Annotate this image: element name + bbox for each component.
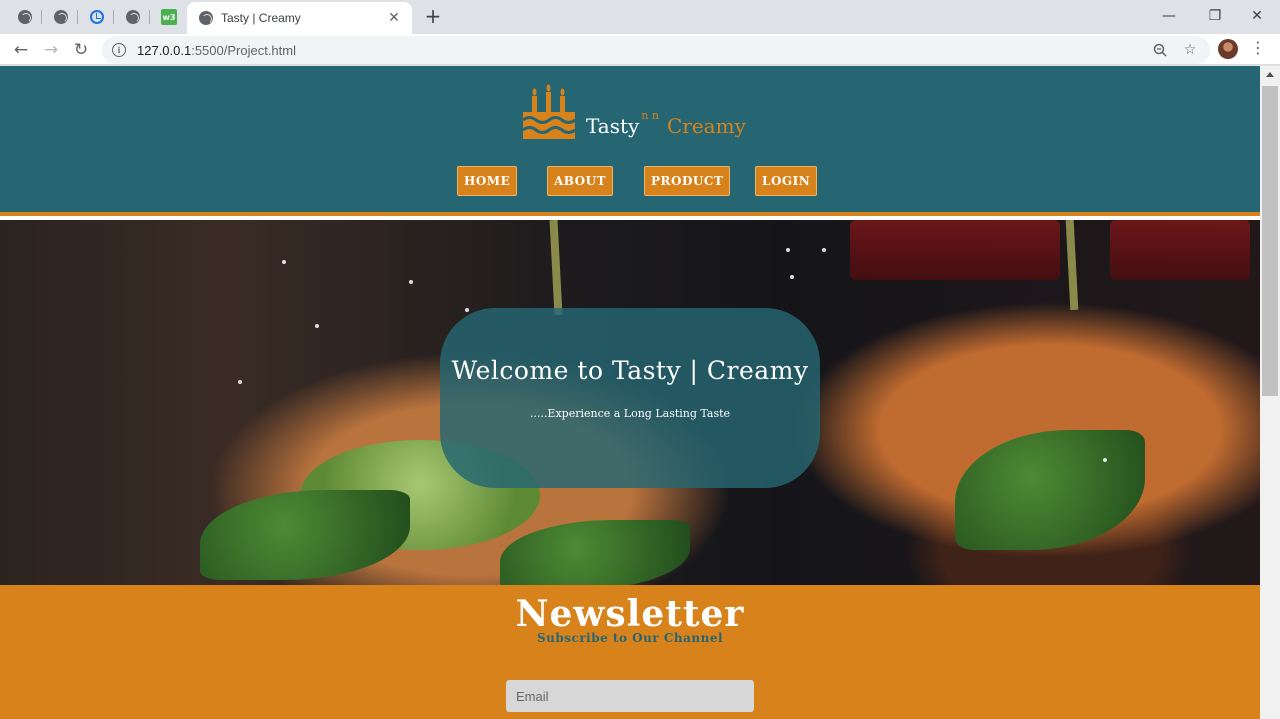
sparkle [238, 380, 242, 384]
background-bottle [850, 220, 1060, 280]
nav-login[interactable]: LOGIN [755, 166, 818, 196]
lettuce-leaf [200, 490, 410, 580]
skewer-stick [1065, 220, 1079, 311]
brand-name: Tasty n n Creamy [586, 109, 746, 138]
email-field[interactable] [506, 680, 754, 712]
restore-button[interactable]: ❐ [1192, 3, 1238, 29]
sparkle [790, 275, 794, 279]
url-path: :5500/Project.html [191, 42, 296, 58]
nav-home[interactable]: HOME [457, 166, 518, 196]
pinned-tab-3[interactable] [116, 6, 150, 28]
nav-product[interactable]: PRODUCT [644, 166, 731, 196]
close-icon[interactable]: ✕ [386, 10, 402, 26]
nav-home-link[interactable]: HOME [457, 166, 518, 196]
newsletter-title: Newsletter [515, 593, 745, 635]
active-tab[interactable]: Tasty | Creamy ✕ [187, 2, 412, 34]
tab-title: Tasty | Creamy [221, 11, 301, 25]
skewer-stick [549, 220, 563, 316]
lettuce-leaf [500, 520, 690, 585]
scrollbar-thumb[interactable] [1262, 86, 1278, 396]
new-tab-button[interactable]: + [421, 5, 445, 29]
info-icon[interactable]: i [112, 43, 126, 57]
scroll-up-arrow-icon[interactable] [1260, 66, 1280, 83]
sparkle [315, 324, 319, 328]
globe-icon [126, 10, 140, 24]
site-header: Tasty n n Creamy HOME ABOUT PRODUCT LOGIN [0, 66, 1260, 216]
newsletter-section: Newsletter Subscribe to Our Channel [0, 585, 1260, 719]
nav-login-link[interactable]: LOGIN [755, 166, 818, 196]
site-logo[interactable]: Tasty n n Creamy [520, 84, 746, 142]
globe-icon [54, 10, 68, 24]
brand-word-tasty: Tasty [586, 114, 640, 138]
back-arrow-icon[interactable]: ← [8, 37, 34, 63]
zoom-icon[interactable] [1148, 36, 1172, 64]
pinned-tab-2[interactable] [44, 6, 78, 28]
forward-arrow-icon[interactable]: → [38, 37, 64, 63]
window-close-button[interactable]: ✕ [1234, 3, 1280, 29]
bookmark-star-icon[interactable]: ☆ [1178, 36, 1202, 64]
brand-n-n: n n [641, 109, 659, 122]
reload-icon[interactable]: ↻ [68, 37, 94, 63]
pinned-tab-1[interactable] [8, 6, 42, 28]
welcome-box: Welcome to Tasty | Creamy .....Experienc… [440, 308, 820, 488]
welcome-title: Welcome to Tasty | Creamy [451, 356, 809, 385]
w3schools-icon: w3 [161, 9, 177, 25]
history-icon [90, 10, 104, 24]
menu-dots-icon[interactable]: ⋮ [1250, 39, 1266, 59]
sparkle [822, 248, 826, 252]
minimize-button[interactable]: — [1146, 3, 1192, 29]
hero-banner: Welcome to Tasty | Creamy .....Experienc… [0, 220, 1260, 585]
sparkle [786, 248, 790, 252]
profile-avatar[interactable] [1218, 39, 1238, 59]
nav-about[interactable]: ABOUT [547, 166, 614, 196]
tab-strip: w3 Tasty | Creamy ✕ + — ❐ ✕ [0, 0, 1280, 34]
page-viewport: Tasty n n Creamy HOME ABOUT PRODUCT LOGIN … [0, 66, 1260, 719]
lettuce-leaf [955, 430, 1145, 550]
globe-icon [199, 11, 213, 25]
url-text: 127.0.0.1:5500/Project.html [137, 43, 296, 58]
sparkle [409, 280, 413, 284]
nav-about-link[interactable]: ABOUT [547, 166, 614, 196]
newsletter-subtitle: Subscribe to Our Channel [536, 631, 724, 645]
pinned-tab-w3schools[interactable]: w3 [152, 6, 186, 28]
browser-toolbar: ← → ↻ i 127.0.0.1:5500/Project.html ☆ ⋮ [0, 34, 1280, 65]
nav-product-link[interactable]: PRODUCT [644, 166, 731, 196]
address-bar[interactable]: i 127.0.0.1:5500/Project.html ☆ [102, 36, 1210, 64]
page-scrollbar[interactable] [1260, 66, 1280, 719]
sparkle [282, 260, 286, 264]
cake-icon [522, 84, 576, 139]
globe-icon [18, 10, 32, 24]
sparkle [1103, 458, 1107, 462]
welcome-tagline: .....Experience a Long Lasting Taste [529, 407, 731, 420]
brand-word-creamy: Creamy [666, 114, 746, 138]
background-bottle [1110, 220, 1250, 280]
url-host: 127.0.0.1 [137, 42, 192, 58]
pinned-tab-history[interactable] [80, 6, 114, 28]
sparkle [465, 308, 469, 312]
